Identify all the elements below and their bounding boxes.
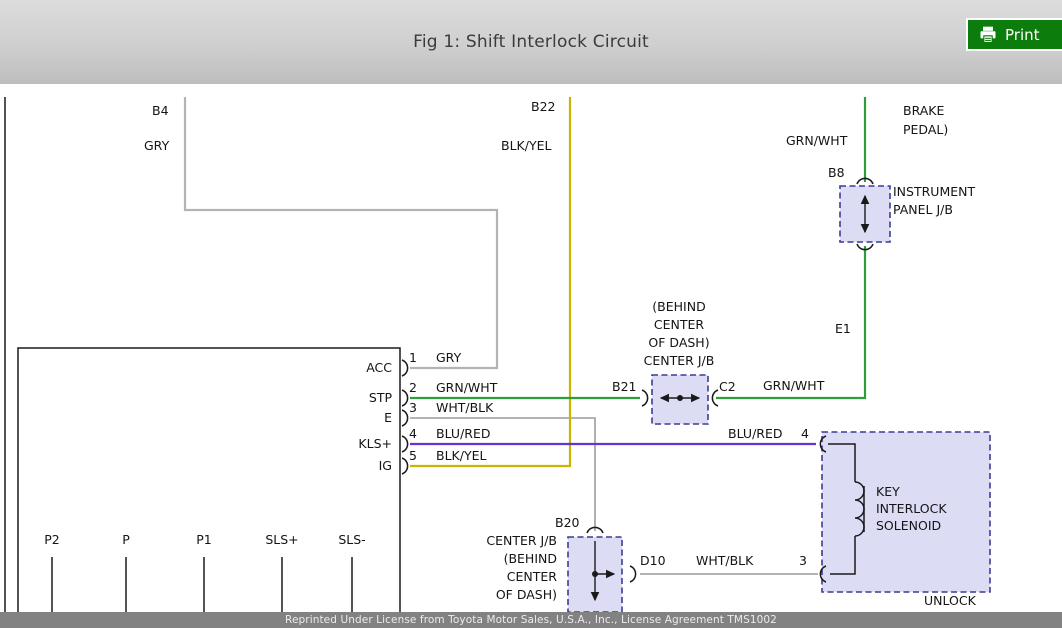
solenoid-name3: SOLENOID — [876, 518, 941, 533]
brake-pedal-note-line2: PEDAL) — [903, 122, 948, 137]
wire-whtblk-right-label: WHT/BLK — [696, 553, 753, 568]
ecu-pin5-number: 5 — [409, 448, 417, 463]
ecu-pin5-arc — [402, 458, 408, 474]
ecu-wire3-label: WHT/BLK — [436, 400, 493, 415]
center-jb-upper-name: CENTER J/B — [644, 353, 715, 368]
ecu-bottom-pin-slsp: SLS+ — [265, 532, 298, 547]
center-jb-upper-loc2: CENTER — [654, 317, 704, 332]
ecu-bottom-pin-p1: P1 — [196, 532, 212, 547]
wiring-diagram: B4 GRY B22 BLK/YEL GRN/WHT BRAKE PEDAL) … — [0, 84, 1062, 612]
solenoid-pin3-number: 3 — [799, 553, 807, 568]
ecu-pin-e-label: E — [384, 410, 392, 425]
d10-arc — [630, 566, 636, 582]
ecu-bottom-pin-slsm: SLS- — [338, 532, 365, 547]
ecu-pin1-number: 1 — [409, 350, 417, 365]
instrument-panel-jb-name1: INSTRUMENT — [893, 184, 975, 199]
connector-b21-label: B21 — [612, 379, 636, 394]
ecu-wire2-label: GRN/WHT — [436, 380, 497, 395]
center-jb-lower-loc2: CENTER — [507, 569, 557, 584]
connector-b20-label: B20 — [555, 515, 579, 530]
ecu-pin4-arc — [402, 436, 408, 452]
solenoid-pin4-number: 4 — [801, 426, 809, 441]
ecu-pin2-arc — [402, 390, 408, 406]
ecu-wire4-label: BLU/RED — [436, 426, 491, 441]
instrument-panel-jb-name2: PANEL J/B — [893, 202, 953, 217]
wire-blkyel-top-label: BLK/YEL — [501, 138, 551, 153]
ecu-bottom-pin-p2: P2 — [44, 532, 60, 547]
license-text: Reprinted Under License from Toyota Moto… — [285, 614, 777, 626]
solenoid-unlock-label: UNLOCK — [924, 593, 976, 608]
wire-blured-right-label: BLU/RED — [728, 426, 783, 441]
wire-gry — [185, 97, 497, 368]
ecu-pin-ig-label: IG — [379, 458, 392, 473]
wire-grnwht-top-label: GRN/WHT — [786, 133, 847, 148]
ecu-pin1-arc — [402, 360, 408, 376]
solenoid-name2: INTERLOCK — [876, 501, 947, 516]
license-bar: Reprinted Under License from Toyota Moto… — [0, 612, 1062, 628]
connector-b4-label: B4 — [152, 103, 169, 118]
ecu-pin3-arc — [402, 410, 408, 426]
wire-grnwht-right-label: GRN/WHT — [763, 378, 824, 393]
center-jb-lower-loc1: (BEHIND — [504, 551, 557, 566]
center-jb-lower-loc3: OF DASH) — [496, 587, 557, 602]
ecu-bottom-pin-p: P — [122, 532, 130, 547]
ecu-pin2-number: 2 — [409, 380, 417, 395]
ecu-wire5-label: BLK/YEL — [436, 448, 486, 463]
brake-pedal-note-line1: BRAKE — [903, 103, 944, 118]
b21-arc — [642, 390, 648, 406]
wire-gry-top-label: GRY — [144, 138, 169, 153]
center-jb-upper-loc3: OF DASH) — [648, 335, 709, 350]
connector-d10-label: D10 — [640, 553, 666, 568]
ecu-pin-kls-label: KLS+ — [358, 436, 392, 451]
connector-c2-label: C2 — [719, 379, 736, 394]
solenoid-name1: KEY — [876, 484, 900, 499]
center-jb-lower-name: CENTER J/B — [486, 533, 557, 548]
ecu-block — [18, 348, 400, 628]
center-jb-upper-loc1: (BEHIND — [652, 299, 705, 314]
connector-e1-label: E1 — [835, 321, 851, 336]
ecu-pin3-number: 3 — [409, 400, 417, 415]
connector-b8-label: B8 — [828, 165, 845, 180]
ecu-pin-acc-label: ACC — [366, 360, 392, 375]
service-manual-viewer: Fig 1: Shift Interlock Circuit Print — [0, 0, 1062, 628]
connector-b22-label: B22 — [531, 99, 555, 114]
ecu-wire1-label: GRY — [436, 350, 461, 365]
ecu-pin4-number: 4 — [409, 426, 417, 441]
ecu-pin-stp-label: STP — [369, 390, 392, 405]
